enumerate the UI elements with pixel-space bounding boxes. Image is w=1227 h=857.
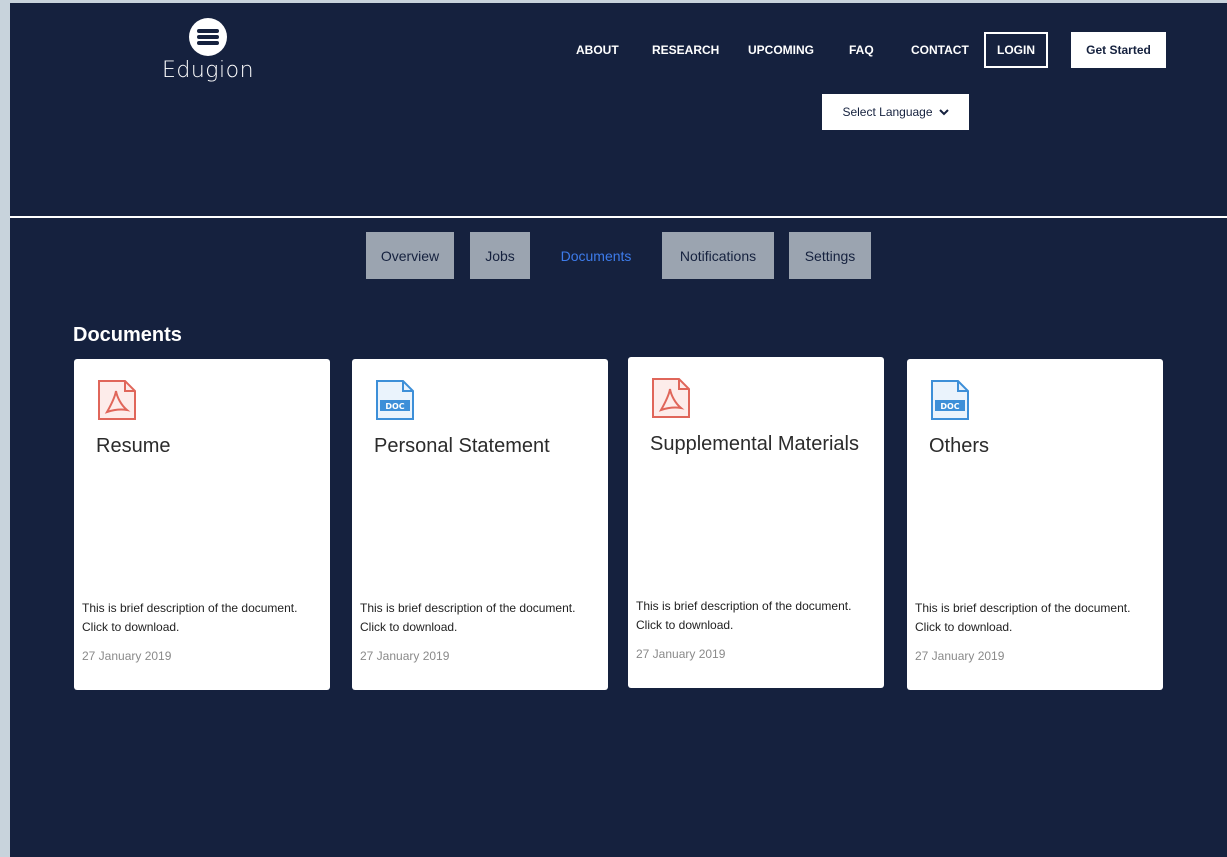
brand-name: Edugion — [161, 58, 255, 83]
nav-link-research[interactable]: RESEARCH — [652, 43, 719, 57]
pdf-icon — [652, 378, 690, 418]
section-title: Documents — [73, 324, 182, 346]
document-title: Others — [929, 435, 990, 457]
language-select[interactable]: Select Language — [822, 94, 969, 130]
document-description: This is brief description of the documen… — [82, 601, 298, 634]
document-description: This is brief description of the documen… — [915, 601, 1131, 634]
document-card-others[interactable]: DOC Others This is brief description of … — [907, 359, 1163, 690]
document-title: Resume — [96, 435, 171, 457]
chevron-down-icon — [938, 109, 949, 116]
doc-icon: DOC — [376, 380, 414, 420]
document-title: Personal Statement — [374, 435, 550, 457]
nav-link-upcoming[interactable]: UPCOMING — [748, 43, 814, 57]
svg-text:DOC: DOC — [940, 402, 959, 411]
nav-link-faq[interactable]: FAQ — [849, 43, 874, 57]
document-date: 27 January 2019 — [915, 649, 1005, 663]
tab-overview[interactable]: Overview — [366, 232, 454, 279]
document-card-personal-statement[interactable]: DOC Personal Statement This is brief des… — [352, 359, 608, 690]
get-started-button[interactable]: Get Started — [1071, 32, 1166, 68]
nav-link-contact[interactable]: CONTACT — [911, 43, 969, 57]
document-title: Supplemental Materials — [650, 433, 859, 455]
login-button[interactable]: LOGIN — [984, 32, 1048, 68]
book-stack-icon — [189, 18, 227, 56]
svg-text:DOC: DOC — [385, 402, 404, 411]
doc-icon: DOC — [931, 380, 969, 420]
header-divider — [10, 216, 1227, 218]
language-select-label: Select Language — [842, 105, 933, 119]
document-date: 27 January 2019 — [636, 647, 726, 661]
tab-documents[interactable]: Documents — [546, 232, 646, 279]
document-card-resume[interactable]: Resume This is brief description of the … — [74, 359, 330, 690]
tab-settings[interactable]: Settings — [789, 232, 871, 279]
document-date: 27 January 2019 — [360, 649, 450, 663]
document-date: 27 January 2019 — [82, 649, 172, 663]
pdf-icon — [98, 380, 136, 420]
tab-jobs[interactable]: Jobs — [470, 232, 530, 279]
document-description: This is brief description of the documen… — [360, 601, 576, 634]
brand-logo[interactable]: Edugion — [153, 18, 263, 98]
nav-link-about[interactable]: ABOUT — [576, 43, 619, 57]
document-card-supplemental-materials[interactable]: Supplemental Materials This is brief des… — [628, 357, 884, 688]
document-description: This is brief description of the documen… — [636, 599, 852, 632]
tab-notifications[interactable]: Notifications — [662, 232, 774, 279]
page: Edugion ABOUT RESEARCH UPCOMING FAQ CONT… — [10, 3, 1227, 857]
